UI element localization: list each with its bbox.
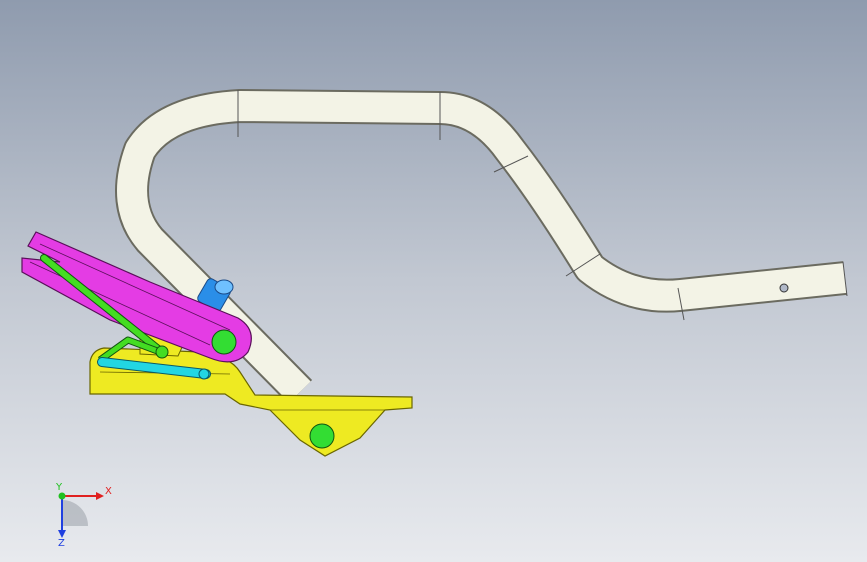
x-axis-label: X [105, 486, 112, 497]
pivot-pin-green [309, 423, 335, 449]
pivot-pin-green [211, 329, 237, 355]
tube-hole [779, 283, 789, 293]
assembly-model[interactable] [0, 0, 867, 562]
y-axis-label: Y [55, 482, 63, 493]
coordinate-triad: X Y Z [55, 482, 112, 548]
y-axis-dot [58, 492, 66, 500]
x-axis-arrowhead [96, 492, 104, 500]
z-axis-arrowhead [58, 530, 66, 538]
z-axis-label: Z [58, 538, 65, 548]
3d-viewport[interactable]: X Y Z [0, 0, 867, 562]
link-joint [155, 345, 169, 359]
link-joint [198, 368, 210, 380]
triad-plane [62, 500, 88, 526]
